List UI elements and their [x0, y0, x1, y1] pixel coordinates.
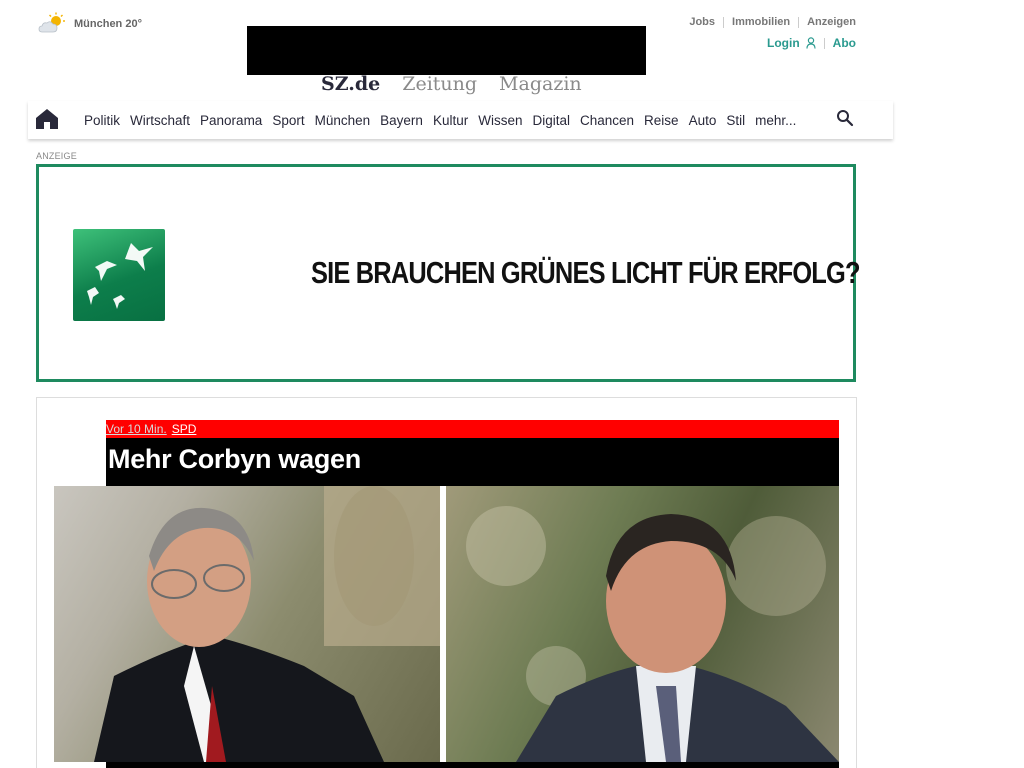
- ad-label: ANZEIGE: [36, 151, 77, 161]
- teaser-title-bar: Mehr Corbyn wagen: [106, 438, 839, 486]
- teaser-time: Vor 10 Min.: [106, 422, 167, 436]
- divider: [723, 16, 725, 28]
- bank-logo: [73, 229, 165, 321]
- nav-item-reise[interactable]: Reise: [644, 113, 679, 128]
- nav-item-bayern[interactable]: Bayern: [380, 113, 423, 128]
- login-link[interactable]: Login: [767, 36, 800, 50]
- user-icon[interactable]: [806, 37, 816, 49]
- top-links: Jobs Immobilien Anzeigen: [689, 16, 856, 28]
- weather-label: München 20°: [74, 18, 142, 30]
- nav-item-auto[interactable]: Auto: [689, 113, 717, 128]
- portrait-left-image: [94, 486, 440, 762]
- divider: [798, 16, 800, 28]
- top-link-immobilien[interactable]: Immobilien: [732, 16, 790, 28]
- nav-item-wirtschaft[interactable]: Wirtschaft: [130, 113, 190, 128]
- ad-headline: SIE BRAUCHEN GRÜNES LICHT FÜR ERFOLG?: [311, 255, 861, 290]
- nav-item-digital[interactable]: Digital: [532, 113, 570, 128]
- top-link-jobs[interactable]: Jobs: [689, 16, 715, 28]
- nav-item-wissen[interactable]: Wissen: [478, 113, 522, 128]
- teaser-meta: Vor 10 Min. SPD: [106, 420, 839, 438]
- brand-tabs: SZ.de Zeitung Magazin: [321, 73, 582, 95]
- divider: [823, 37, 825, 49]
- teaser-image-right[interactable]: [446, 486, 839, 762]
- article-teaser[interactable]: Vor 10 Min. SPD Mehr Corbyn wagen: [36, 397, 857, 768]
- nav-items: Politik Wirtschaft Panorama Sport Münche…: [84, 101, 796, 139]
- teaser-bottom-bar: [106, 762, 839, 768]
- brand-sz-link[interactable]: SZ.de: [321, 73, 380, 95]
- search-icon[interactable]: [836, 109, 854, 127]
- nav-item-panorama[interactable]: Panorama: [200, 113, 262, 128]
- main-nav: Politik Wirtschaft Panorama Sport Münche…: [28, 101, 893, 139]
- nav-item-stil[interactable]: Stil: [726, 113, 745, 128]
- stars-icon: [87, 243, 153, 309]
- nav-item-chancen[interactable]: Chancen: [580, 113, 634, 128]
- user-links: Login Abo: [767, 36, 856, 50]
- home-icon[interactable]: [35, 108, 59, 130]
- header-banner: [247, 26, 646, 75]
- nav-item-kultur[interactable]: Kultur: [433, 113, 468, 128]
- brand-magazin-link[interactable]: Magazin: [499, 73, 582, 95]
- brand-zeitung-link[interactable]: Zeitung: [402, 73, 477, 95]
- weather-widget[interactable]: München 20°: [38, 12, 142, 36]
- nav-item-mehr[interactable]: mehr...: [755, 113, 796, 128]
- sun-cloud-icon: [38, 12, 65, 33]
- teaser-title[interactable]: Mehr Corbyn wagen: [108, 444, 361, 475]
- abo-link[interactable]: Abo: [833, 36, 856, 50]
- nav-item-muenchen[interactable]: München: [315, 113, 371, 128]
- teaser-topic-link[interactable]: SPD: [172, 422, 197, 436]
- teaser-image-left[interactable]: [54, 486, 440, 762]
- top-link-anzeigen[interactable]: Anzeigen: [807, 16, 856, 28]
- nav-item-politik[interactable]: Politik: [84, 113, 120, 128]
- portrait-right-image: [466, 506, 839, 762]
- ad-banner[interactable]: SIE BRAUCHEN GRÜNES LICHT FÜR ERFOLG?: [36, 164, 861, 382]
- nav-item-sport[interactable]: Sport: [272, 113, 304, 128]
